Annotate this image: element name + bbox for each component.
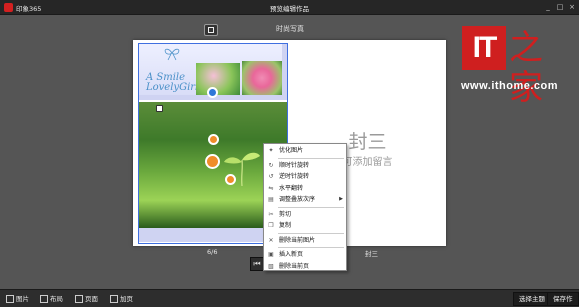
skip-back-icon: ⏮ [253,259,261,268]
menu-item-order[interactable]: ▤ 调整叠放次序 ▶ [264,194,346,206]
menu-item-label: 水平翻转 [279,184,304,192]
title-line-2: LovelyGirl [146,82,199,93]
layout-name: 时尚写真 [276,25,304,33]
watermark-logo: IT [462,26,506,70]
delete-page-icon: ▧ [268,262,274,270]
bottom-toolbar: 图片 布局 页面 加页 选择主题 保存作品 [0,289,579,307]
menu-item-rotate-cw[interactable]: ↻ 顺时针旋转 [264,160,346,172]
menu-separator [278,232,344,234]
flower-photo-1[interactable] [196,63,240,95]
menu-item-label: 插入新页 [279,251,304,258]
menu-item-rotate-ccw[interactable]: ↺ 逆时针旋转 [264,171,346,183]
layout-icon [208,27,214,33]
menu-item-label: 调整叠放次序 [279,196,316,203]
right-page-label: 封三 [365,250,378,258]
crop-handle-top[interactable] [208,134,219,145]
rotate-handle[interactable] [207,87,218,98]
submenu-arrow-icon: ▶ [339,196,343,202]
flip-horizontal-icon: ⇋ [268,184,274,192]
album-title-text: A Smile LovelyGirl [146,73,198,93]
scissors-icon: ✂ [268,210,274,218]
toolbar-label: 页面 [85,295,98,303]
menu-item-label: 删除当前页 [279,262,310,270]
insert-page-icon: ▣ [268,251,274,258]
image-icon [6,295,14,303]
rotate-ccw-icon: ↺ [268,173,274,180]
toolbar-image[interactable]: 图片 [6,294,29,304]
add-page-icon [110,295,118,303]
page-icon [75,295,83,303]
move-handle[interactable] [156,105,163,112]
menu-item-label: 复制 [279,222,292,229]
menu-separator [278,247,344,248]
menu-item-label: 删除当前图片 [279,236,316,244]
toolbar-add-page[interactable]: 加页 [110,294,133,304]
ithome-watermark: IT 之家 www.ithome.com [460,18,579,108]
menu-separator [278,157,344,159]
select-theme-button[interactable]: 选择主题 [513,292,551,306]
menu-item-copy[interactable]: ❐ 复制 [264,220,346,232]
title-bar: 印象365 预览编辑作品 _ □ × [0,0,579,15]
watermark-url: www.ithome.com [461,80,559,92]
delete-icon: ✕ [268,236,274,244]
flower-photo-2[interactable] [242,61,282,95]
crop-handle-corner[interactable] [225,174,236,185]
toolbar-label: 加页 [120,295,133,303]
menu-item-delete-image[interactable]: ✕ 删除当前图片 [264,235,346,247]
crop-handle-center[interactable] [205,154,220,169]
watermark-glyph: 之家 [509,28,543,108]
menu-separator [278,206,344,208]
ribbon-icon [164,48,180,61]
magic-wand-icon: ✦ [268,147,274,154]
copy-icon: ❐ [268,222,274,229]
menu-item-label: 顺时针旋转 [279,161,310,169]
menu-item-optimize[interactable]: ✦ 优化图片 [264,145,346,157]
context-menu: ✦ 优化图片 ↻ 顺时针旋转 ↺ 逆时针旋转 ⇋ 水平翻转 ▤ 调整叠放次序 ▶… [263,143,347,271]
menu-item-cut[interactable]: ✂ 剪切 [264,209,346,221]
menu-item-label: 逆时针旋转 [279,173,310,180]
toolbar-layout[interactable]: 布局 [40,294,63,304]
menu-item-label: 剪切 [279,210,292,218]
close-button[interactable]: × [567,3,577,12]
toolbar-label: 布局 [50,295,63,303]
maximize-button[interactable]: □ [555,3,565,12]
menu-item-delete-page[interactable]: ▧ 删除当前页 [264,261,346,273]
layout-toggle-button[interactable] [204,24,218,36]
menu-item-flip[interactable]: ⇋ 水平翻转 [264,183,346,195]
menu-item-insert-page[interactable]: ▣ 插入新页 [264,249,346,261]
menu-item-label: 优化图片 [279,147,304,154]
layers-icon: ▤ [268,196,274,203]
layout-icon [40,295,48,303]
window-title: 预览编辑作品 [270,5,309,13]
rotate-cw-icon: ↻ [268,161,274,169]
minimize-button[interactable]: _ [543,3,553,12]
save-work-button[interactable]: 保存作品 [547,292,579,306]
previous-page-button[interactable]: ⏮ [250,257,264,271]
toolbar-label: 图片 [16,295,29,303]
left-page-label: 6/6 [207,248,218,256]
toolbar-page[interactable]: 页面 [75,294,98,304]
